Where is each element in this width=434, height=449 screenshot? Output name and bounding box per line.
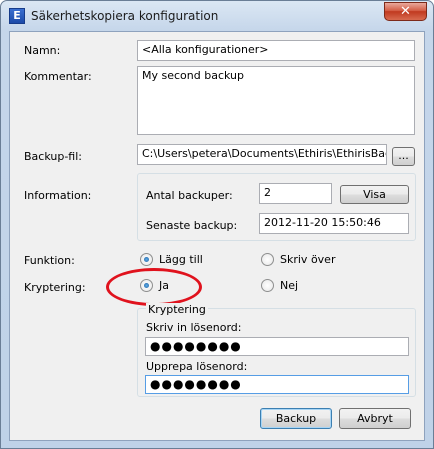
highlight-annotation	[106, 268, 202, 306]
encryption-option-no-label: Nej	[280, 279, 299, 292]
backup-file-label: Backup-fil:	[24, 150, 82, 163]
encryption-group-title: Kryptering	[146, 303, 208, 316]
radio-unselected-icon	[261, 253, 274, 266]
function-radio-overwrite[interactable]: Skriv över	[261, 253, 351, 267]
function-label: Funktion:	[24, 254, 75, 267]
encryption-label: Kryptering:	[24, 281, 86, 294]
function-option-overwrite-label: Skriv över	[280, 253, 336, 266]
backup-file-field[interactable]: C:\Users\petera\Documents\Ethiris\Ethiri…	[137, 144, 387, 165]
comment-label: Kommentar:	[24, 70, 92, 83]
radio-selected-icon	[140, 253, 153, 266]
backup-count-label: Antal backuper:	[146, 189, 233, 202]
password-field[interactable]: ●●●●●●●●	[145, 337, 409, 356]
comment-field[interactable]: My second backup	[137, 66, 415, 135]
backup-button[interactable]: Backup	[260, 408, 332, 429]
last-backup-field: 2012-11-20 15:50:46	[259, 213, 409, 234]
encryption-radio-no[interactable]: Nej	[261, 279, 311, 293]
name-field[interactable]: <Alla konfigurationer>	[137, 40, 415, 61]
last-backup-label: Senaste backup:	[146, 219, 238, 232]
radio-unselected-icon	[261, 279, 274, 292]
repeat-password-label: Upprepa lösenord:	[146, 360, 248, 373]
browse-button[interactable]: ...	[392, 147, 415, 166]
function-option-add-label: Lägg till	[159, 253, 203, 266]
name-label: Namn:	[24, 44, 61, 57]
window-title: Säkerhetskopiera konfiguration	[31, 9, 219, 23]
show-button[interactable]: Visa	[340, 185, 409, 204]
backup-count-field: 2	[259, 183, 332, 204]
password-label: Skriv in lösenord:	[146, 321, 242, 334]
repeat-password-field[interactable]: ●●●●●●●●	[145, 375, 409, 394]
title-bar[interactable]: E Säkerhetskopiera konfiguration ✕	[1, 1, 433, 31]
app-icon: E	[9, 8, 25, 24]
function-radio-add[interactable]: Lägg till	[140, 253, 220, 267]
cancel-button[interactable]: Avbryt	[339, 408, 411, 429]
dialog-window: E Säkerhetskopiera konfiguration ✕ Namn:…	[0, 0, 434, 449]
close-button[interactable]: ✕	[384, 2, 427, 21]
information-label: Information:	[24, 189, 92, 202]
dialog-client-area: Namn: <Alla konfigurationer> Kommentar: …	[9, 31, 425, 441]
